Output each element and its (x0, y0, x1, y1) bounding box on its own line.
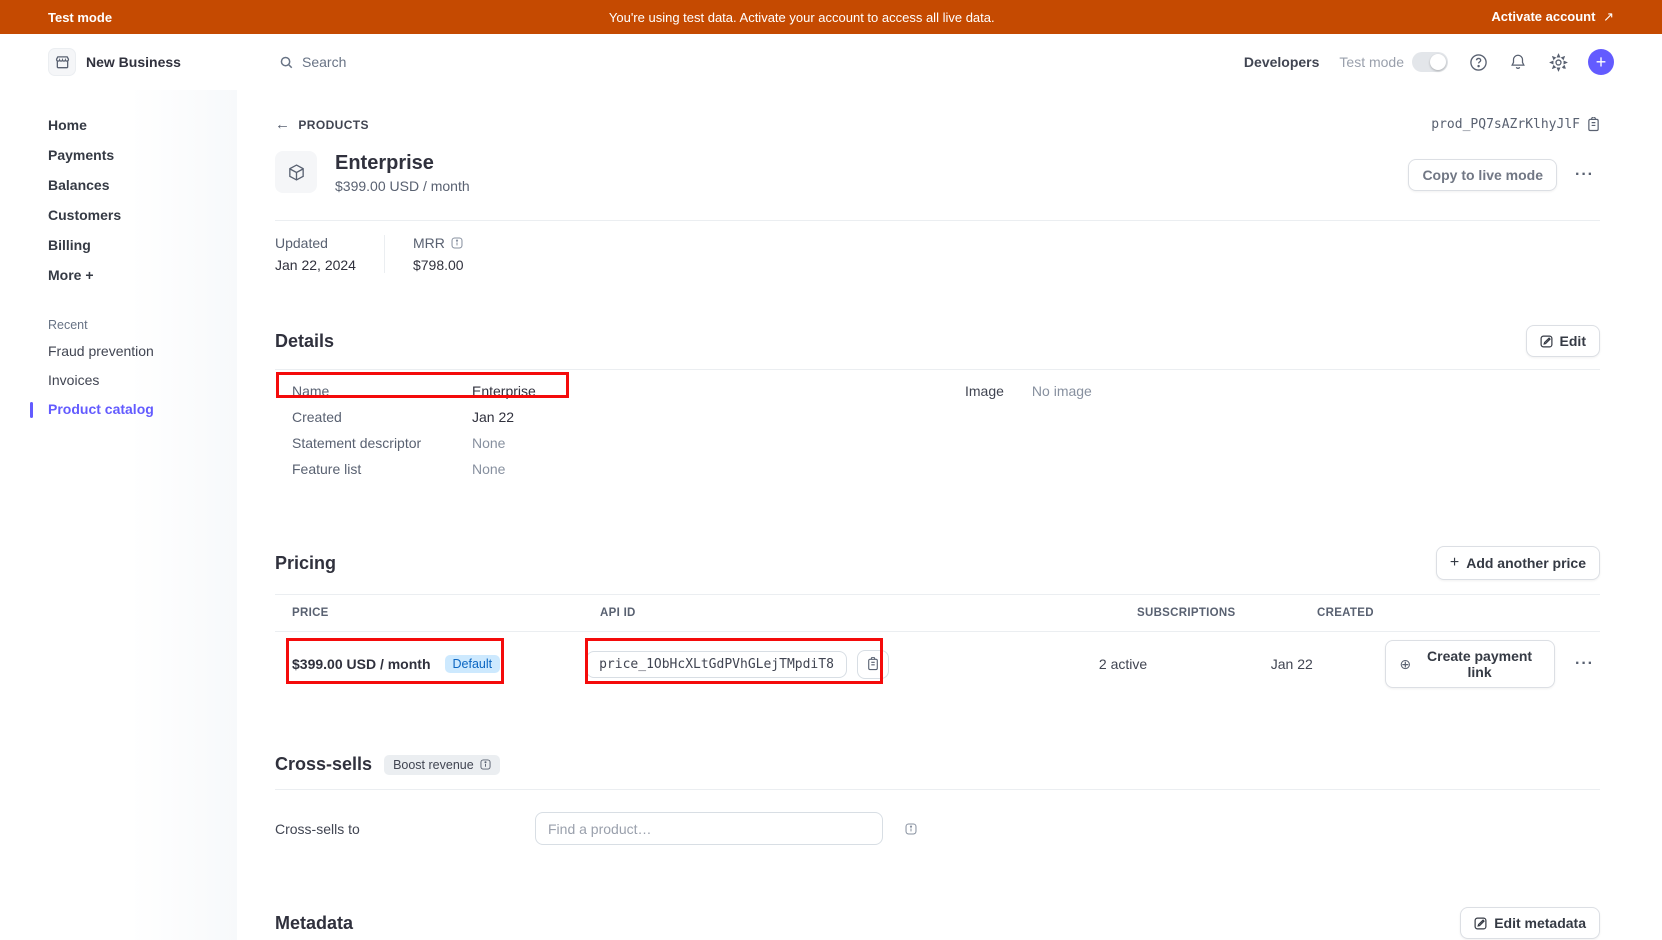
product-id-copy[interactable]: prod_PQ7sAZrKlhyJlF (1431, 117, 1600, 132)
cross-sells-section: Cross-sells Boost revenue Cross-sells to (275, 754, 1600, 845)
mrr-value: $798.00 (413, 257, 464, 273)
copy-api-id-button[interactable] (857, 650, 889, 679)
arrow-left-icon: ← (275, 116, 290, 133)
pricing-table: PRICE API ID SUBSCRIPTIONS CREATED $399.… (275, 594, 1600, 696)
info-icon[interactable] (451, 237, 463, 249)
active-indicator-bar (30, 402, 33, 418)
test-mode-toggle[interactable] (1412, 52, 1448, 72)
breadcrumb-label: PRODUCTS (298, 118, 369, 132)
sidebar-item-balances[interactable]: Balances (0, 172, 237, 198)
metadata-title: Metadata (275, 913, 353, 934)
edit-metadata-button[interactable]: Edit metadata (1460, 907, 1600, 939)
sidebar-item-home[interactable]: Home (0, 112, 237, 138)
notifications-bell-icon[interactable] (1508, 52, 1528, 72)
detail-row-image: Image No image (965, 378, 1092, 404)
storefront-icon (48, 48, 76, 76)
stat-updated: Updated Jan 22, 2024 (275, 235, 384, 273)
arrow-up-right-icon: ↗ (1603, 9, 1614, 24)
sidebar-item-payments[interactable]: Payments (0, 142, 237, 168)
clipboard-icon (1587, 117, 1600, 132)
banner-message: You're using test data. Activate your ac… (112, 10, 1491, 25)
pencil-icon (1474, 917, 1487, 930)
pencil-icon (1540, 335, 1553, 348)
product-price-summary: $399.00 USD / month (335, 178, 470, 194)
business-switcher[interactable]: New Business (48, 48, 237, 76)
toggle-knob (1430, 54, 1446, 70)
cross-sells-to-label: Cross-sells to (275, 821, 535, 837)
settings-gear-icon[interactable] (1548, 52, 1568, 72)
detail-row-created: Created Jan 22 (275, 404, 965, 430)
pricing-table-header: PRICE API ID SUBSCRIPTIONS CREATED (275, 594, 1600, 632)
add-another-price-button[interactable]: + Add another price (1436, 546, 1600, 580)
create-plus-button[interactable]: + (1588, 49, 1614, 75)
stat-mrr: MRR $798.00 (384, 235, 492, 273)
updated-label: Updated (275, 235, 356, 251)
sidebar-item-fraud-prevention[interactable]: Fraud prevention (0, 338, 237, 364)
search-icon (279, 55, 294, 70)
banner-test-mode-label: Test mode (0, 10, 112, 25)
plus-icon: + (1450, 554, 1459, 572)
stripe-product-page: Test mode You're using test data. Activa… (0, 0, 1662, 940)
price-table-row[interactable]: $399.00 USD / month Default price_1ObHcX… (275, 632, 1600, 696)
recent-section-label: Recent (0, 314, 237, 336)
sidebar-item-more[interactable]: More + (0, 262, 237, 288)
global-search[interactable]: Search (237, 54, 1244, 70)
created-cell: Jan 22 (1271, 656, 1386, 672)
test-mode-banner: Test mode You're using test data. Activa… (0, 0, 1662, 34)
column-api-id: API ID (600, 607, 1137, 619)
column-created: CREATED (1317, 607, 1437, 619)
sidebar-item-product-catalog[interactable]: Product catalog (0, 396, 237, 422)
breadcrumb[interactable]: ← PRODUCTS (275, 116, 369, 133)
updated-value: Jan 22, 2024 (275, 257, 356, 273)
product-overflow-button[interactable]: ··· (1569, 162, 1600, 188)
pricing-section: Pricing + Add another price PRICE API ID… (275, 546, 1600, 696)
detail-row-name: Name Enterprise (275, 378, 965, 404)
edit-details-button[interactable]: Edit (1526, 325, 1600, 357)
sidebar-nav: Home Payments Balances Customers Billing… (0, 90, 237, 940)
main-content: ← PRODUCTS prod_PQ7sAZrKlhyJlF Enter (237, 90, 1662, 940)
default-badge: Default (445, 655, 501, 673)
find-product-input[interactable] (535, 812, 883, 845)
mrr-label: MRR (413, 235, 445, 251)
price-cell: $399.00 USD / month Default (292, 655, 586, 673)
column-subscriptions: SUBSCRIPTIONS (1137, 607, 1317, 619)
search-label: Search (302, 54, 346, 70)
product-stats: Updated Jan 22, 2024 MRR $798.00 (275, 220, 1600, 273)
create-payment-link-button[interactable]: ⊕ Create payment link (1385, 640, 1555, 688)
top-header: New Business Search Developers Test mode (0, 34, 1662, 90)
boost-revenue-badge: Boost revenue (384, 755, 500, 775)
metadata-section: Metadata Edit metadata No metadata (275, 907, 1600, 940)
circled-plus-icon: ⊕ (1399, 656, 1411, 673)
column-price: PRICE (292, 607, 600, 619)
price-row-overflow-button[interactable]: ··· (1569, 651, 1600, 677)
header-actions: Developers Test mode + (1244, 49, 1614, 75)
test-mode-toggle-group: Test mode (1339, 52, 1448, 72)
pricing-title: Pricing (275, 553, 336, 574)
info-icon[interactable] (905, 823, 917, 835)
api-id-pill[interactable]: price_1ObHcXLtGdPVhGLejTMpdiT8 (586, 651, 847, 678)
product-package-icon (275, 151, 317, 193)
product-title-block: Enterprise $399.00 USD / month (335, 151, 470, 194)
subscriptions-cell: 2 active (1099, 656, 1271, 672)
product-title: Enterprise (335, 151, 470, 175)
api-id-cell: price_1ObHcXLtGdPVhGLejTMpdiT8 (586, 650, 1099, 679)
detail-row-feature-list: Feature list None (275, 456, 965, 482)
sidebar-item-invoices[interactable]: Invoices (0, 367, 237, 393)
test-mode-label: Test mode (1339, 54, 1404, 70)
developers-link[interactable]: Developers (1244, 54, 1319, 70)
help-icon[interactable] (1468, 52, 1488, 72)
details-title: Details (275, 331, 334, 352)
copy-to-live-mode-button[interactable]: Copy to live mode (1408, 159, 1557, 191)
business-name: New Business (86, 54, 181, 70)
cross-sells-title: Cross-sells (275, 754, 372, 775)
details-section: Details Edit Name Enterprise (275, 325, 1600, 482)
activate-account-link[interactable]: Activate account ↗ (1491, 9, 1662, 25)
info-icon[interactable] (480, 759, 491, 770)
sidebar-item-billing[interactable]: Billing (0, 232, 237, 258)
sidebar-item-customers[interactable]: Customers (0, 202, 237, 228)
detail-row-statement-descriptor: Statement descriptor None (275, 430, 965, 456)
